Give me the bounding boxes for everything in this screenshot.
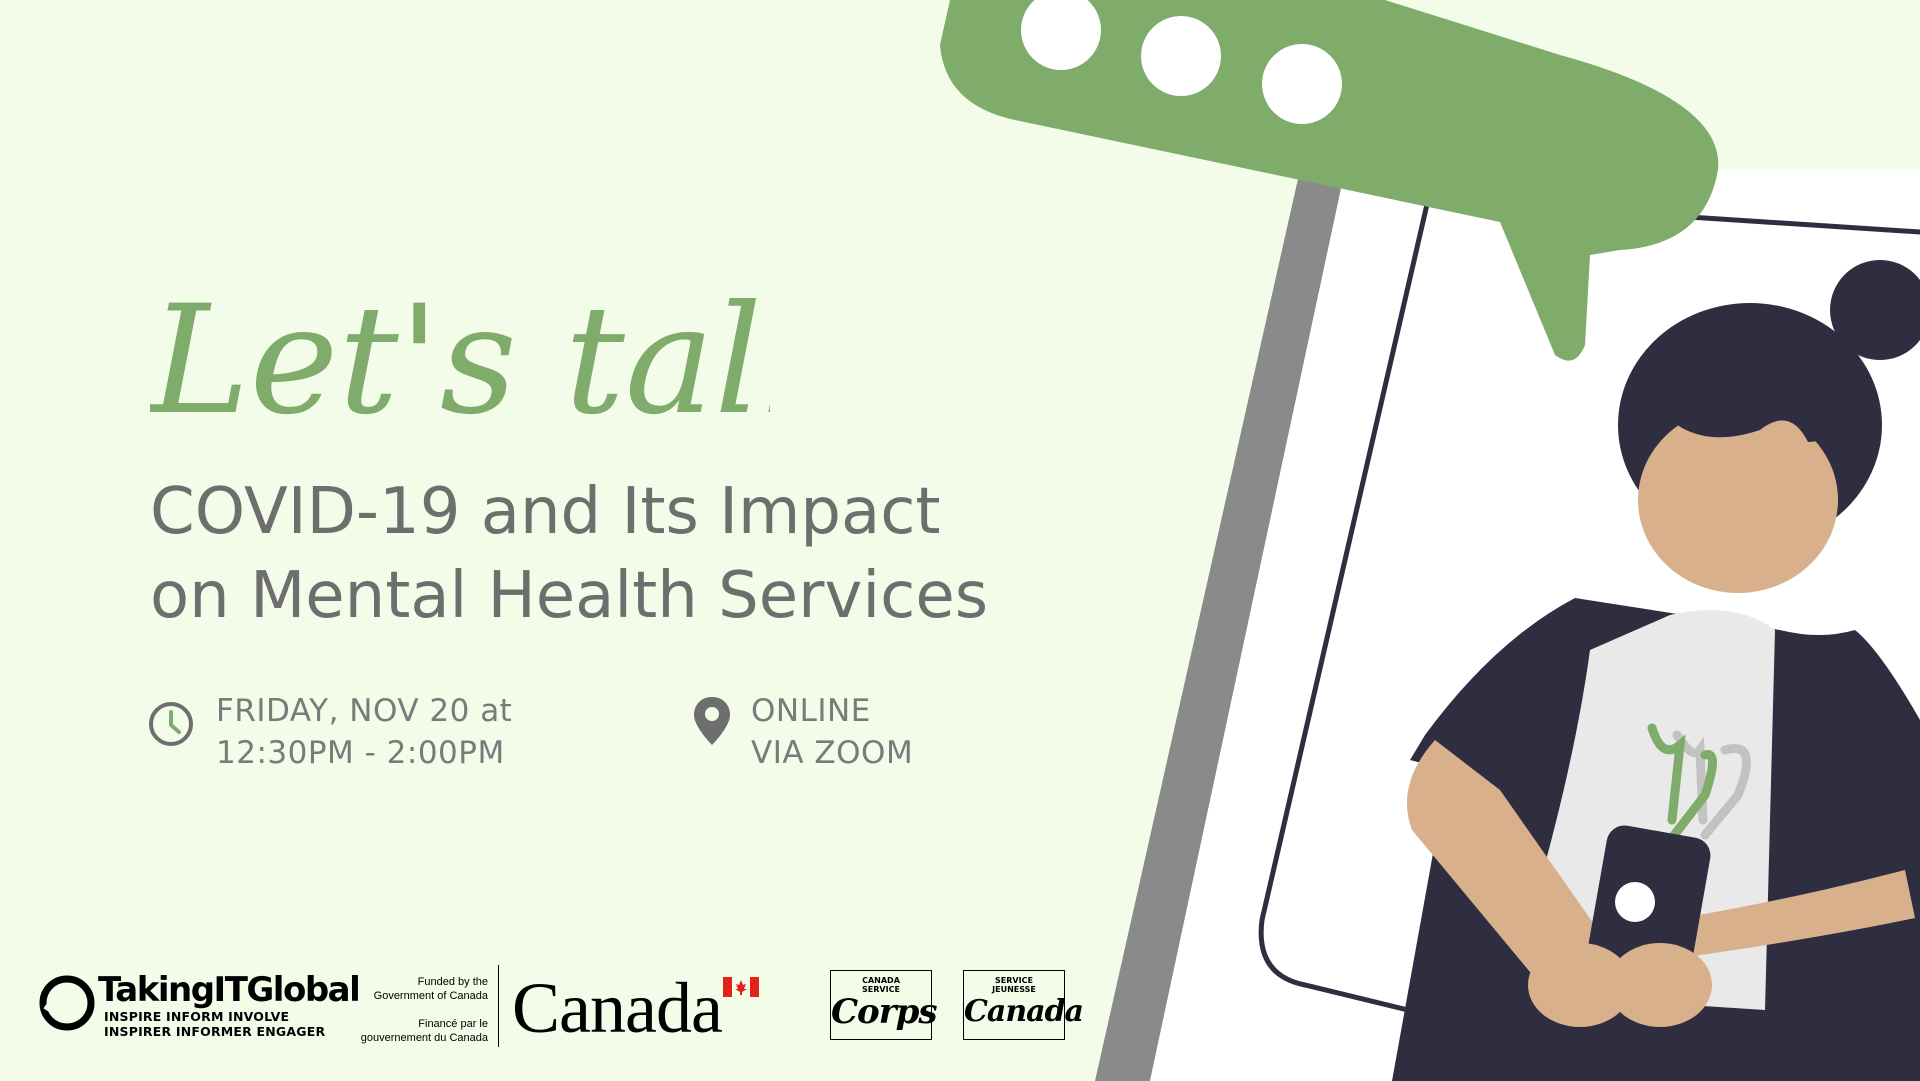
tig-name: TakingITGlobal bbox=[98, 970, 361, 1010]
event-location-line2: VIA ZOOM bbox=[751, 735, 914, 771]
location-pin-icon bbox=[694, 697, 730, 745]
canada-service-corps-logo: CANADA SERVICE Corps bbox=[830, 970, 938, 1040]
event-time-line2: 12:30PM - 2:00PM bbox=[216, 735, 505, 771]
gov-text-line: Government of Canada bbox=[373, 990, 488, 1002]
takingitglobal-logo: TakingITGlobal INSPIRE INFORM INVOLVE IN… bbox=[38, 968, 361, 1039]
script-title-text: Let's talk: bbox=[150, 274, 770, 448]
headline-line2: on Mental Health Services bbox=[150, 559, 989, 633]
tig-swirl-icon bbox=[39, 975, 95, 1031]
tig-tagline-fr: INSPIRER INFORMER ENGAGER bbox=[104, 1024, 326, 1039]
corps-fr-small: SERVICE JEUNESSE bbox=[992, 976, 1036, 994]
event-location: ONLINE VIA ZOOM bbox=[751, 690, 913, 774]
corps-fr-big: Canada bbox=[964, 994, 1084, 1029]
script-title: Let's talk: bbox=[147, 262, 904, 462]
tig-tagline-en: INSPIRE INFORM INVOLVE bbox=[104, 1009, 290, 1024]
headline-line1: COVID-19 and Its Impact bbox=[150, 475, 941, 549]
canada-wordmark: Canada bbox=[512, 968, 723, 1048]
event-time-line1: FRIDAY, NOV 20 at bbox=[216, 693, 513, 729]
clock-icon bbox=[149, 702, 193, 746]
gov-divider bbox=[498, 965, 499, 1047]
gov-text-line: Funded by the bbox=[417, 976, 488, 988]
government-of-canada-logo: Funded by the Government of Canada Financ… bbox=[361, 965, 768, 1050]
headline: COVID-19 and Its Impact on Mental Health… bbox=[150, 470, 988, 638]
canada-flag-icon bbox=[723, 977, 759, 997]
gov-funded-text: Funded by the Government of Canada bbox=[374, 975, 488, 1003]
service-jeunesse-canada-logo: SERVICE JEUNESSE Canada bbox=[963, 970, 1084, 1040]
corps-en-big: Corps bbox=[831, 992, 938, 1032]
event-location-line1: ONLINE bbox=[751, 693, 871, 729]
gov-text-line: gouvernement du Canada bbox=[360, 1032, 488, 1044]
gov-finance-text: Financé par le gouvernement du Canada bbox=[361, 1017, 488, 1045]
gov-text-line: Financé par le bbox=[418, 1018, 488, 1030]
event-time: FRIDAY, NOV 20 at 12:30PM - 2:00PM bbox=[216, 690, 512, 774]
